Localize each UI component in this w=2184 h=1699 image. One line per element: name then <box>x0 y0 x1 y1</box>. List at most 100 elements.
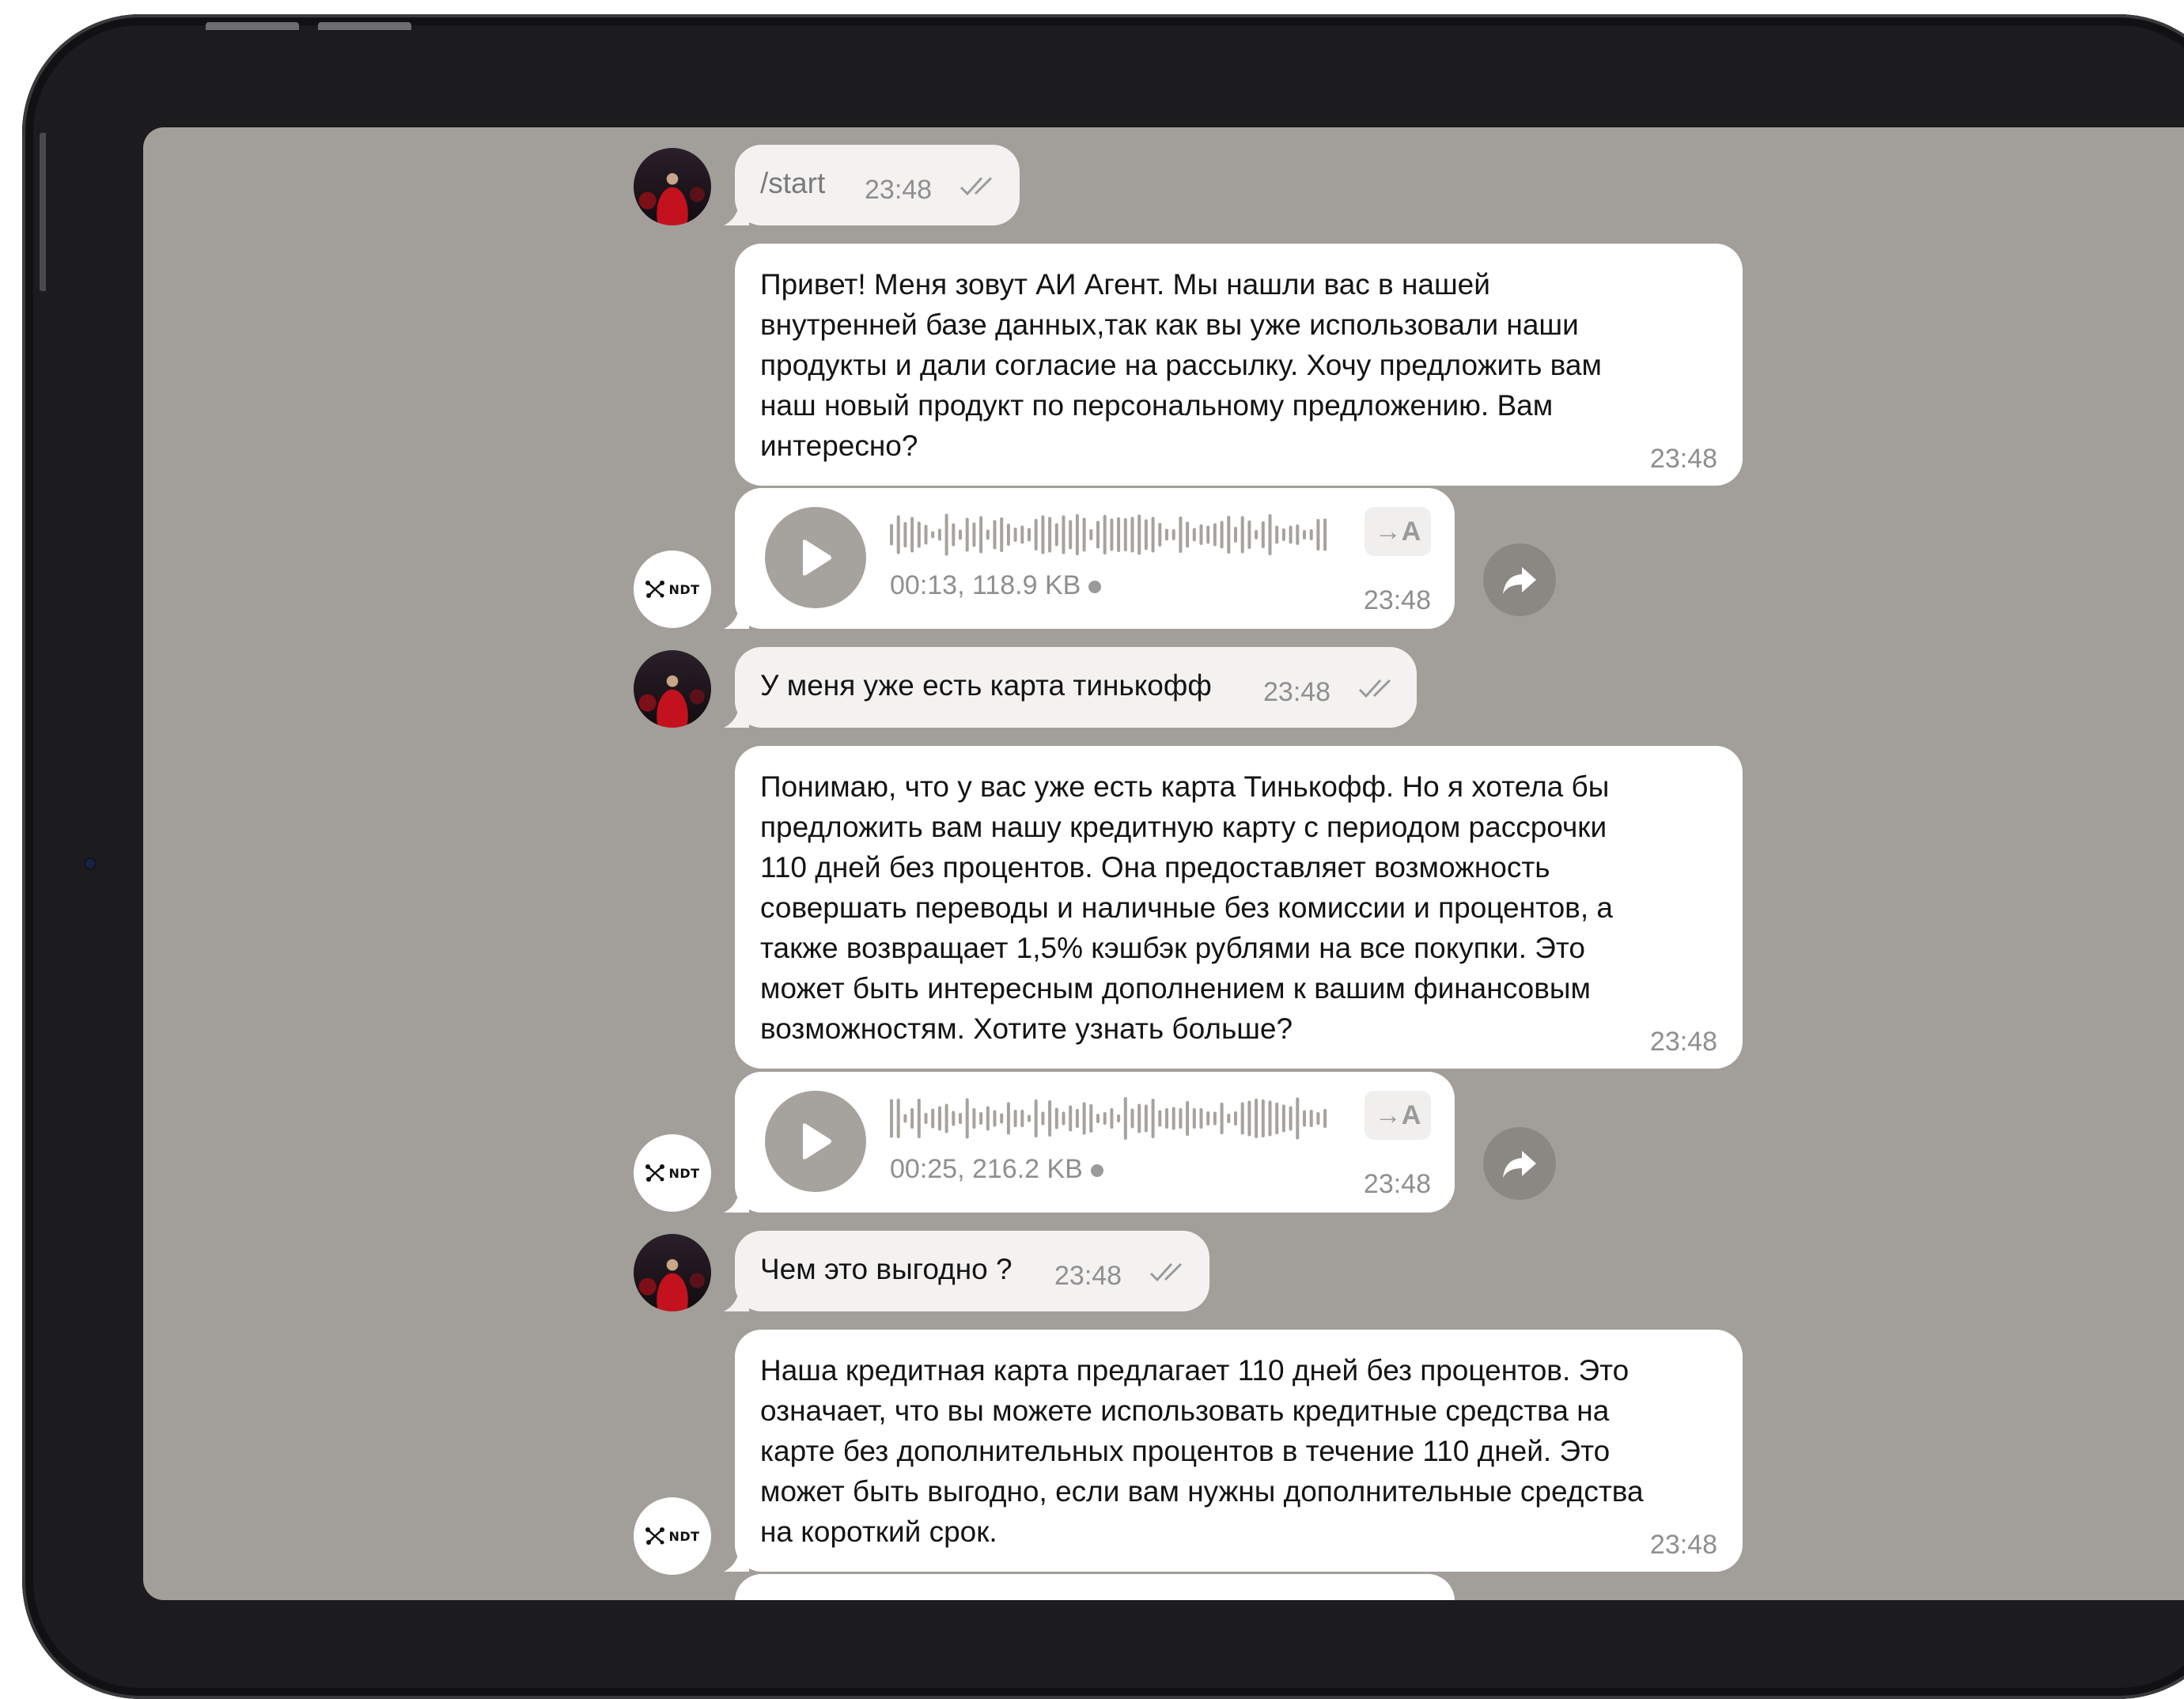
waveform-bar <box>1261 1099 1265 1137</box>
waveform-bar <box>1144 519 1148 551</box>
waveform-bar <box>1069 520 1073 550</box>
waveform-bar <box>1296 524 1300 545</box>
voice-message[interactable] <box>735 1574 1455 1600</box>
waveform-bar <box>965 517 969 552</box>
waveform-bar <box>1028 1114 1031 1122</box>
received-message[interactable]: Привет! Меня зовут АИ Агент. Мы нашли ва… <box>735 244 1743 486</box>
waveform-bar <box>1144 1104 1148 1133</box>
waveform-bar <box>1013 1110 1017 1127</box>
waveform-bar <box>1054 1107 1058 1130</box>
waveform-bar <box>1082 517 1086 552</box>
waveform-bar <box>1247 1100 1251 1137</box>
waveform-bar <box>1255 1099 1259 1138</box>
bot-avatar-label: NDT <box>668 1528 700 1544</box>
waveform-bar <box>1186 1101 1190 1136</box>
waveform-bar <box>890 524 893 546</box>
waveform-bar <box>1041 1111 1045 1126</box>
waveform-bar <box>952 1111 956 1126</box>
voice-meta: 00:13, 118.9 KB <box>890 570 1102 601</box>
message-time: 23:48 <box>1363 1169 1431 1199</box>
waveform-bar <box>1179 1108 1183 1129</box>
waveform-bar <box>944 513 948 556</box>
message-time: 23:48 <box>1649 1027 1717 1057</box>
sent-message[interactable]: Чем это выгодно ? 23:48 <box>735 1231 1209 1311</box>
waveform-bar <box>937 1106 941 1131</box>
tablet-frame: /start 23:48 Привет! Меня зовут АИ Агент… <box>22 14 2184 1699</box>
waveform-bar <box>1268 1100 1272 1137</box>
play-button[interactable] <box>765 1091 866 1192</box>
waveform-bar <box>1137 1103 1141 1133</box>
sent-message[interactable]: /start 23:48 <box>735 145 1020 225</box>
unplayed-dot <box>1090 1164 1103 1178</box>
user-avatar[interactable] <box>634 650 711 728</box>
waveform-bar <box>1303 530 1306 539</box>
user-avatar[interactable] <box>634 1234 711 1311</box>
waveform-bar <box>1234 527 1237 543</box>
sent-message[interactable]: У меня уже есть карта тинькофф 23:48 <box>735 647 1417 728</box>
waveform[interactable] <box>890 1095 1333 1141</box>
waveform-bar <box>931 1108 935 1129</box>
waveform-bar <box>993 1110 997 1127</box>
waveform-bar <box>1213 1111 1217 1126</box>
waveform-bar <box>917 1099 921 1138</box>
bot-avatar[interactable]: NDT <box>634 1134 711 1212</box>
share-button[interactable] <box>1483 1127 1556 1200</box>
waveform-bar <box>1048 517 1052 553</box>
waveform-bar <box>1275 1103 1279 1134</box>
message-text: Понимаю, что у вас уже есть карта Тинько… <box>760 770 1613 1045</box>
waveform-bar <box>1028 528 1031 542</box>
waveform-bar <box>896 1099 900 1138</box>
chat-screen[interactable]: /start 23:48 Привет! Меня зовут АИ Агент… <box>143 127 2184 1600</box>
waveform-bar <box>952 523 956 547</box>
waveform-bar <box>1013 528 1017 542</box>
waveform-bar <box>1103 1112 1107 1125</box>
message-text: У меня уже есть карта тинькофф <box>760 669 1212 702</box>
bot-avatar[interactable]: NDT <box>634 551 711 628</box>
network-logo-icon <box>645 1527 665 1545</box>
message-text: Чем это выгодно ? <box>760 1253 1013 1285</box>
message-text: Наша кредитная карта предлагает 110 дней… <box>760 1354 1644 1548</box>
waveform-bar <box>986 529 990 540</box>
waveform-bar <box>1034 519 1038 551</box>
waveform-bar <box>1192 528 1196 542</box>
waveform-bar <box>1240 1102 1244 1135</box>
waveform-bar <box>1096 1114 1100 1123</box>
waveform-bar <box>1240 516 1244 554</box>
waveform-bar <box>937 528 941 541</box>
waveform-bar <box>1062 515 1066 554</box>
play-button[interactable] <box>765 507 866 608</box>
waveform-bar <box>1048 1100 1052 1137</box>
bot-avatar[interactable]: NDT <box>634 1497 711 1575</box>
waveform-bar <box>1268 514 1272 555</box>
waveform-bar <box>1316 1112 1320 1125</box>
transcribe-button[interactable]: →A <box>1365 507 1431 556</box>
user-avatar[interactable] <box>634 148 711 225</box>
voice-message[interactable]: 00:25, 216.2 KB →A 23:48 <box>735 1072 1455 1213</box>
voice-message[interactable]: 00:13, 118.9 KB →A 23:48 <box>735 488 1455 629</box>
received-message[interactable]: Наша кредитная карта предлагает 110 дней… <box>735 1330 1743 1572</box>
waveform-bar <box>1082 1102 1086 1135</box>
bot-avatar-label: NDT <box>668 1165 700 1181</box>
waveform-bar <box>924 524 928 545</box>
voice-duration-size: 00:13, 118.9 KB <box>890 570 1081 600</box>
waveform-bar <box>924 1113 928 1124</box>
waveform-bar <box>1020 525 1024 544</box>
waveform-bar <box>1186 521 1190 548</box>
waveform-bar <box>1020 1110 1024 1127</box>
waveform-bar <box>1054 523 1058 547</box>
message-time: 23:48 <box>1649 1530 1717 1560</box>
waveform-bar <box>1137 514 1141 555</box>
waveform-bar <box>1199 524 1203 545</box>
share-button[interactable] <box>1483 543 1556 616</box>
received-message[interactable]: Понимаю, что у вас уже есть карта Тинько… <box>735 746 1743 1069</box>
top-button <box>206 22 299 30</box>
waveform[interactable] <box>890 512 1333 558</box>
waveform-bar <box>1289 525 1293 544</box>
waveform-bar <box>972 522 976 547</box>
transcribe-button[interactable]: →A <box>1365 1091 1431 1140</box>
waveform-bar <box>1034 1099 1038 1137</box>
share-arrow-icon <box>1503 1151 1536 1178</box>
waveform-bar <box>1062 1111 1066 1126</box>
waveform-bar <box>1323 518 1327 551</box>
message-time: 23:48 <box>1649 444 1717 474</box>
